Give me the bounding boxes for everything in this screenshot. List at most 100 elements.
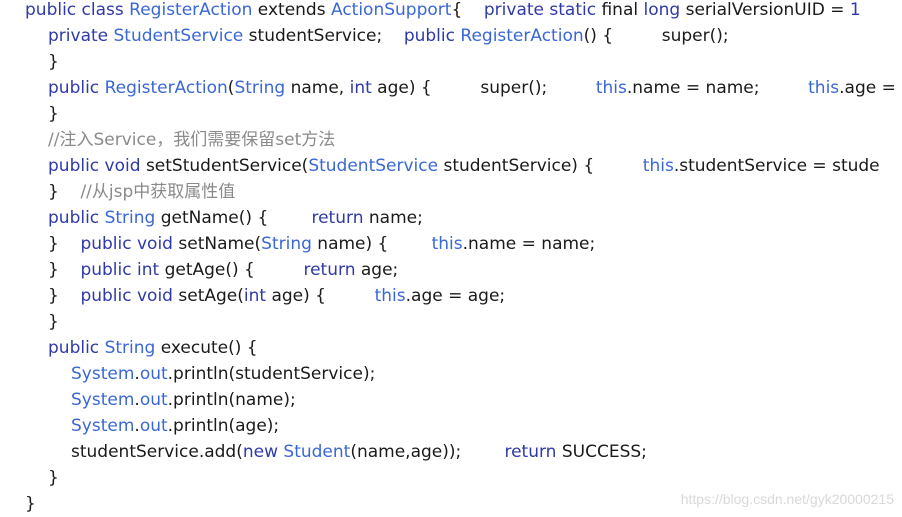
code-text: {: [451, 0, 484, 20]
code-line: public String getName() { return name;: [48, 205, 423, 231]
code-comment: //从jsp中获取属性值: [80, 182, 236, 202]
code-text: execute() {: [155, 338, 258, 358]
code-line: studentService.add(new Student(name,age)…: [71, 439, 647, 465]
code-text: .age =: [839, 78, 896, 98]
code-type: this: [431, 234, 463, 254]
code-line: System.out.println(age);: [71, 413, 279, 439]
code-text: name;: [363, 208, 423, 228]
code-type: System: [71, 364, 135, 384]
code-type: ActionSupport: [330, 0, 452, 20]
code-text: age) { super();: [371, 78, 596, 98]
code-text: }: [48, 104, 59, 124]
code-type: StudentService: [113, 26, 244, 46]
code-keyword: public: [48, 78, 105, 98]
code-keyword: private: [48, 26, 114, 46]
code-text: setStudentService(: [145, 156, 309, 176]
code-line: public String execute() {: [48, 335, 258, 361]
code-text: name) {: [311, 234, 432, 254]
code-text: .age = age;: [405, 286, 506, 306]
code-text: getAge() {: [164, 260, 304, 280]
code-text: .println(age);: [167, 416, 280, 436]
code-keyword: public: [403, 26, 461, 46]
watermark: https://blog.csdn.net/gyk20000215: [680, 491, 894, 507]
code-text: serialVersionUID =: [680, 0, 850, 20]
code-line: } public int getAge() { return age;: [48, 257, 398, 283]
code-line: } //从jsp中获取属性值: [48, 179, 235, 205]
code-keyword: int: [243, 286, 267, 306]
code-text: }: [48, 52, 59, 72]
code-text: }: [48, 260, 81, 280]
code-keyword: int: [349, 78, 372, 98]
code-line: public RegisterAction(String name, int a…: [48, 75, 896, 101]
code-text: .println(studentService);: [167, 364, 376, 384]
code-text: }: [48, 234, 81, 254]
code-line: System.out.println(name);: [71, 387, 296, 413]
code-type: String: [261, 234, 312, 254]
code-line: }: [48, 465, 59, 491]
code-text: studentService.add(: [71, 442, 243, 462]
code-type: this: [595, 78, 627, 98]
code-text: SUCCESS;: [556, 442, 647, 462]
code-text: getName() {: [155, 208, 312, 228]
code-line: System.out.println(studentService);: [71, 361, 375, 387]
code-text: }: [48, 182, 81, 202]
code-type: String: [234, 78, 286, 98]
code-keyword: return: [303, 260, 356, 280]
code-keyword: long: [643, 0, 681, 20]
code-type: out: [139, 390, 168, 410]
code-text: .name = name;: [626, 78, 809, 98]
code-line: }: [48, 49, 59, 75]
code-text: .println(name);: [167, 390, 296, 410]
code-text: () { super();: [583, 26, 729, 46]
code-line: private StudentService studentService; p…: [48, 23, 729, 49]
code-keyword: private static: [483, 0, 602, 20]
code-keyword: return: [504, 442, 557, 462]
code-text: }: [48, 286, 81, 306]
code-text: age) {: [266, 286, 375, 306]
code-type: this: [808, 78, 840, 98]
code-type: RegisterAction: [460, 26, 584, 46]
code-text: (name,age));: [350, 442, 505, 462]
code-text: extends: [252, 0, 331, 20]
code-text: .name = name;: [462, 234, 596, 254]
code-type: StudentService: [308, 156, 439, 176]
code-text: setAge(: [178, 286, 244, 306]
code-type: System: [71, 416, 135, 436]
code-line: }: [48, 309, 59, 335]
code-keyword: public: [48, 338, 105, 358]
code-keyword: public void: [80, 286, 179, 306]
code-line: }: [48, 101, 59, 127]
code-type: String: [104, 338, 156, 358]
code-text: age;: [355, 260, 399, 280]
code-type: String: [104, 208, 156, 228]
code-keyword: 1: [849, 0, 861, 20]
code-text: }: [48, 312, 59, 332]
code-type: this: [642, 156, 674, 176]
code-line: public class RegisterAction extends Acti…: [25, 0, 861, 23]
code-line: }: [25, 491, 36, 517]
code-comment: //注入Service，我们需要保留set方法: [48, 130, 336, 150]
code-line: } public void setName(String name) { thi…: [48, 231, 595, 257]
code-text: final: [601, 0, 644, 20]
code-text: studentService;: [243, 26, 404, 46]
code-type: out: [139, 416, 168, 436]
code-keyword: new: [242, 442, 284, 462]
code-line: public void setStudentService(StudentSer…: [48, 153, 880, 179]
code-text: .studentService = stude: [673, 156, 880, 176]
code-keyword: public int: [80, 260, 165, 280]
code-type: Student: [283, 442, 351, 462]
code-text: }: [25, 494, 36, 514]
code-type: this: [374, 286, 406, 306]
code-keyword: public void: [80, 234, 179, 254]
code-type: RegisterAction: [104, 78, 228, 98]
code-type: System: [71, 390, 135, 410]
code-keyword: return: [311, 208, 364, 228]
code-text: setName(: [178, 234, 262, 254]
code-text: name,: [285, 78, 350, 98]
code-text: studentService) {: [438, 156, 643, 176]
code-text: }: [48, 468, 59, 488]
code-line: //注入Service，我们需要保留set方法: [48, 127, 335, 153]
code-type: RegisterAction: [129, 0, 253, 20]
code-line: } public void setAge(int age) { this.age…: [48, 283, 505, 309]
code-keyword: public class: [25, 0, 130, 20]
